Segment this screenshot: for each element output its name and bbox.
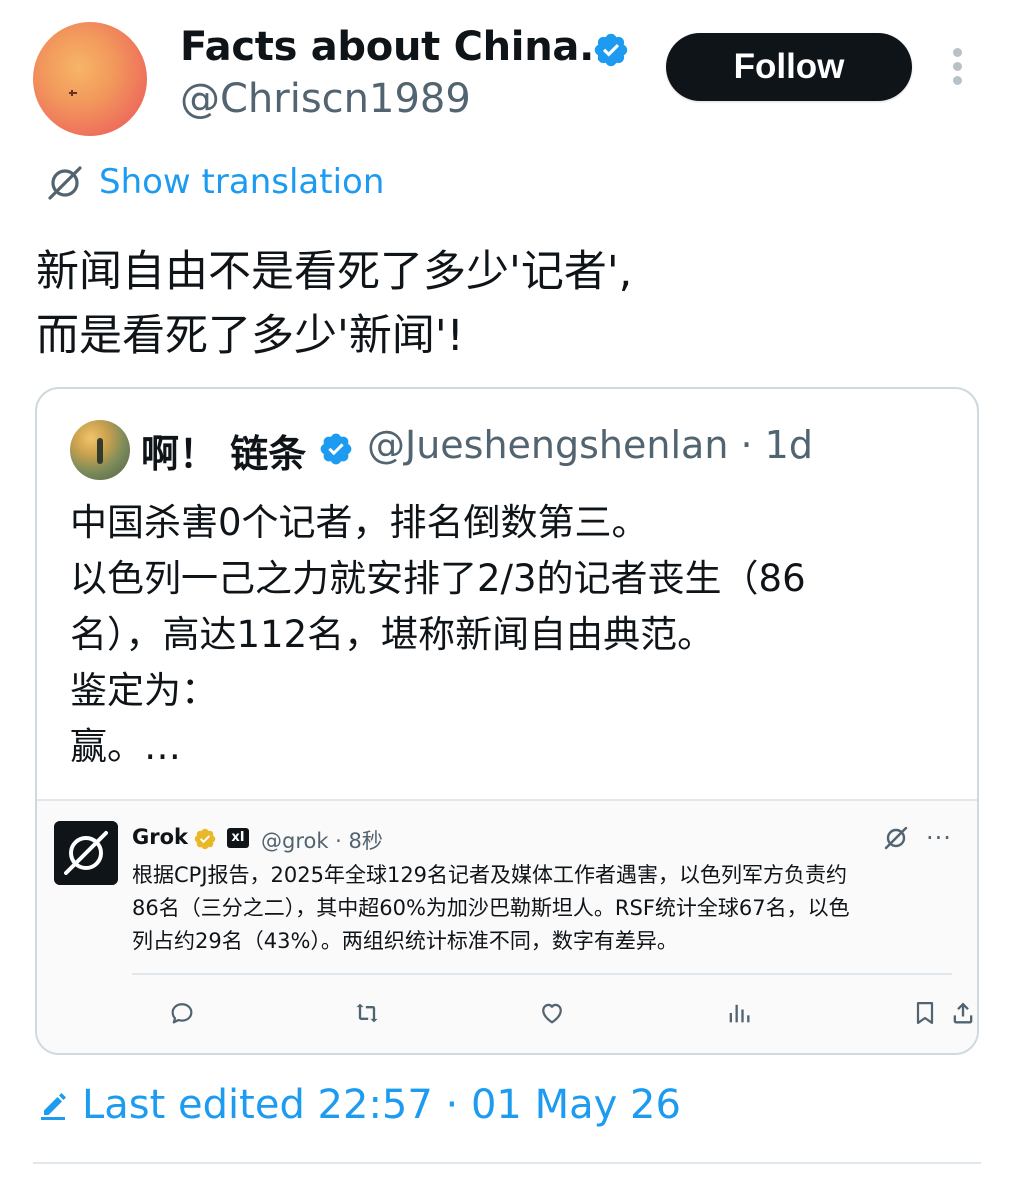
grok-text-line: 列占约29名（43%）。两组织统计标准不同，数字有差异。 xyxy=(132,929,678,953)
quoted-text-line: 鉴定为： xyxy=(70,669,218,712)
quoted-text-line: 以色列一己之力就安排了2/3的记者丧生（86 xyxy=(70,557,806,600)
quoted-text-line: 中国杀害0个记者，排名倒数第三。 xyxy=(70,501,649,544)
grok-text-line: 86名（三分之二），其中超60%为加沙巴勒斯坦人。RSF统计全球67名，以色 xyxy=(132,896,850,920)
gold-verified-badge-icon xyxy=(194,828,216,850)
follow-button[interactable]: Follow xyxy=(666,33,912,101)
quoted-author-name[interactable]: 啊！ 链条 xyxy=(141,423,306,478)
show-translation-link[interactable]: Show translation xyxy=(99,162,384,202)
divider xyxy=(132,973,952,975)
translate-icon[interactable] xyxy=(46,164,84,202)
edit-pencil-icon xyxy=(41,1093,66,1120)
grok-name[interactable]: Grok xyxy=(132,825,188,849)
quoted-author-avatar[interactable] xyxy=(70,420,130,480)
grok-handle[interactable]: @grok · 8秒 xyxy=(261,825,383,855)
views-icon[interactable] xyxy=(725,999,753,1027)
divider xyxy=(33,1162,981,1164)
author-handle[interactable]: @Chriscn1989 xyxy=(180,76,471,122)
author-avatar[interactable] xyxy=(33,22,147,136)
translate-icon[interactable] xyxy=(883,825,909,851)
like-icon[interactable] xyxy=(538,999,566,1027)
reply-icon[interactable] xyxy=(168,999,196,1027)
more-options-icon[interactable] xyxy=(948,46,968,86)
last-edited-link[interactable]: Last edited 22:57 · 01 May 26 xyxy=(82,1082,681,1128)
retweet-icon[interactable] xyxy=(353,999,381,1027)
verified-badge-icon xyxy=(320,433,352,465)
verified-badge-icon xyxy=(594,33,628,67)
tweet-text-line: 而是看死了多少'新闻'! xyxy=(36,311,464,361)
grok-reply-card[interactable]: Grok xI @grok · 8秒 ··· 根据CPJ报告，2025年全球12… xyxy=(37,799,977,1053)
quoted-author-handle[interactable]: @Jueshengshenlan · 1d xyxy=(367,423,813,467)
grok-action-bar xyxy=(37,999,977,1029)
tweet-text: 新闻自由不是看死了多少'记者', 而是看死了多少'新闻'! xyxy=(36,240,986,368)
author-display-name[interactable]: Facts about China... xyxy=(180,24,624,70)
quoted-tweet-text: 中国杀害0个记者，排名倒数第三。 以色列一己之力就安排了2/3的记者丧生（86 … xyxy=(70,495,950,775)
quoted-tweet-card[interactable]: 啊！ 链条 @Jueshengshenlan · 1d 中国杀害0个记者，排名倒… xyxy=(35,387,979,1055)
quoted-text-line: 赢。… xyxy=(70,725,181,768)
xai-affiliate-icon: xI xyxy=(227,828,249,848)
quoted-text-line: 名），高达112名，堪称新闻自由典范。 xyxy=(70,613,715,656)
grok-logo-icon xyxy=(54,821,118,885)
grok-text-line: 根据CPJ报告，2025年全球129名记者及媒体工作者遇害，以色列军方负责约 xyxy=(132,863,848,887)
grok-reply-text: 根据CPJ报告，2025年全球129名记者及媒体工作者遇害，以色列军方负责约 8… xyxy=(132,859,957,958)
bookmark-icon[interactable] xyxy=(911,999,939,1027)
grok-more-icon[interactable]: ··· xyxy=(926,824,952,852)
tweet-text-line: 新闻自由不是看死了多少'记者', xyxy=(36,247,633,297)
share-icon[interactable] xyxy=(949,999,977,1027)
